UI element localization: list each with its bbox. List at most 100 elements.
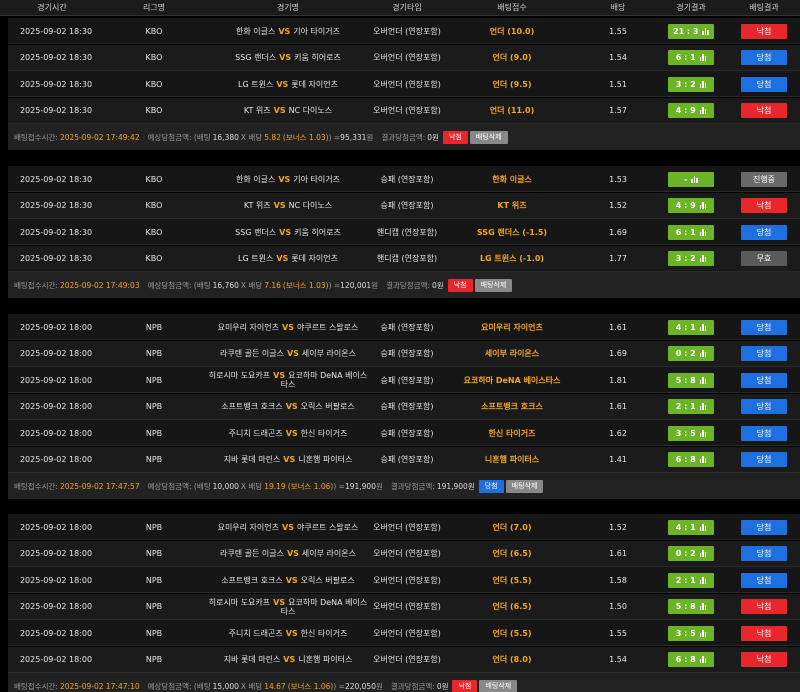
- score-badge[interactable]: 5 : 8: [668, 372, 714, 388]
- bet-odds: 1.52: [609, 201, 627, 210]
- score-badge[interactable]: 4 : 1: [668, 519, 714, 535]
- status-badge[interactable]: 당첨: [741, 76, 787, 92]
- status-badge[interactable]: 당첨: [741, 519, 787, 535]
- expected-label: 예상당첨금액: (배팅: [147, 280, 211, 290]
- table-row: 2025-09-02 18:00 NPB 지바 롯데 마린스 VS 니혼햄 파이터스 오버…: [8, 646, 800, 673]
- league-name: KBO: [145, 106, 163, 115]
- league-name: NPB: [145, 549, 163, 558]
- home-team: SSG 랜더스: [235, 53, 277, 62]
- score-text: 0 : 2: [675, 349, 696, 358]
- status-badge[interactable]: 당첨: [741, 425, 787, 441]
- score-badge[interactable]: 4 : 9: [668, 103, 714, 118]
- status-badge[interactable]: 당첨: [741, 546, 787, 561]
- status-badge[interactable]: 당첨: [741, 224, 787, 240]
- score-badge[interactable]: 3 : 5: [668, 625, 714, 641]
- slip-status-badge[interactable]: 낙첨: [452, 679, 478, 692]
- score-badge[interactable]: 4 : 9: [668, 198, 714, 213]
- score-badge[interactable]: 3 : 5: [668, 425, 714, 441]
- bet-pick: 니혼햄 파이터스: [484, 455, 540, 464]
- league-name: NPB: [145, 602, 163, 611]
- score-badge[interactable]: -: [668, 171, 714, 187]
- match-teams: KT 위즈 VS NC 다이노스: [244, 201, 332, 210]
- league-name: NPB: [145, 628, 163, 638]
- vs-label: VS: [273, 371, 286, 380]
- status-badge[interactable]: 당첨: [741, 50, 787, 65]
- slip-status-badge[interactable]: 낙첨: [447, 278, 473, 292]
- score-badge[interactable]: 2 : 1: [668, 572, 714, 588]
- score-badge[interactable]: 6 : 8: [668, 452, 714, 467]
- table-row: 2025-09-02 18:00 NPB 주니치 드래곤즈 VS 한신 타이거즈 승패 (…: [8, 420, 800, 446]
- status-badge[interactable]: 낙첨: [741, 625, 787, 641]
- score-text: 3 : 2: [675, 79, 696, 89]
- match-teams: 히로시마 도요카프 VS 요코하마 DeNA 베이스타스: [208, 371, 368, 389]
- score-text: 2 : 1: [675, 575, 696, 585]
- chart-bars-icon: [699, 656, 707, 663]
- chart-bars-icon: [699, 107, 707, 114]
- score-badge[interactable]: 4 : 1: [668, 319, 714, 335]
- match-name: 요미우리 자이언츠 VS 야쿠르트 스왈로스: [204, 314, 372, 340]
- league-name: NPB: [145, 349, 163, 358]
- bet-pick: 한신 타이거즈: [488, 428, 536, 438]
- match-name: 히로시마 도요카프 VS 요코하마 DeNA 베이스타스: [204, 367, 372, 393]
- status-badge[interactable]: 당첨: [741, 452, 787, 467]
- match-time: 2025-09-02 18:00: [19, 655, 93, 664]
- bet-pick: 언더 (11.0): [489, 106, 535, 115]
- score-badge[interactable]: 0 : 2: [668, 546, 714, 561]
- bet-odds: 1.54: [609, 53, 627, 62]
- home-team: LG 트윈스: [238, 79, 274, 89]
- odds-x-label: X 배당: [240, 132, 263, 142]
- status-badge[interactable]: 당첨: [741, 319, 787, 335]
- match-name: KT 위즈 VS NC 다이노스: [204, 98, 372, 124]
- result-amount-label: 결과당첨금액:: [390, 681, 435, 691]
- header-league: 리그명: [142, 3, 166, 12]
- bet-status: 당첨: [728, 514, 800, 540]
- score-badge[interactable]: 2 : 1: [668, 399, 714, 414]
- match-name: 소프트뱅크 호크스 VS 오릭스 버팔로스: [204, 394, 372, 420]
- score-badge[interactable]: 0 : 2: [668, 346, 714, 361]
- score-text: 3 : 5: [675, 428, 696, 438]
- score-badge[interactable]: 21 : 3: [668, 23, 714, 39]
- delete-bet-button[interactable]: 배팅삭제: [505, 479, 544, 493]
- slip-status-badge[interactable]: 당첨: [478, 479, 504, 493]
- status-badge[interactable]: 낙첨: [741, 23, 787, 39]
- bet-type: 승패 (연장포함): [380, 375, 434, 385]
- status-badge[interactable]: 낙첨: [741, 599, 787, 614]
- summary-time-label: 배팅접수시간:: [14, 481, 58, 491]
- away-team: 키움 히어로즈: [294, 53, 341, 62]
- status-badge[interactable]: 낙첨: [741, 103, 787, 118]
- score-badge[interactable]: 3 : 2: [668, 251, 714, 266]
- slip-status-badge[interactable]: 낙첨: [442, 130, 468, 144]
- match-teams: 소프트뱅크 호크스 VS 오릭스 버팔로스: [221, 576, 354, 585]
- odds-x-label: X 배당: [240, 681, 263, 691]
- delete-bet-button[interactable]: 배팅삭제: [479, 679, 518, 692]
- score-badge[interactable]: 3 : 2: [668, 76, 714, 92]
- status-badge[interactable]: 낙첨: [741, 198, 787, 213]
- delete-bet-button[interactable]: 배팅삭제: [469, 130, 508, 144]
- chart-bars-icon: [699, 323, 707, 331]
- status-badge[interactable]: 진행중: [741, 171, 787, 187]
- score-badge[interactable]: 6 : 8: [668, 652, 714, 667]
- status-badge[interactable]: 무효: [741, 251, 787, 266]
- status-badge[interactable]: 낙첨: [741, 652, 787, 667]
- status-badge[interactable]: 당첨: [741, 399, 787, 414]
- vs-label: VS: [285, 428, 298, 438]
- delete-bet-button[interactable]: 배팅삭제: [474, 278, 513, 292]
- equals-text: ) =: [328, 280, 341, 290]
- chart-bars-icon: [699, 629, 707, 637]
- status-badge[interactable]: 당첨: [741, 572, 787, 588]
- league-name: NPB: [145, 428, 163, 438]
- vs-label: VS: [285, 628, 298, 638]
- league-name: NPB: [145, 402, 163, 411]
- away-team: 기아 타이거즈: [293, 174, 340, 184]
- score-badge[interactable]: 6 : 1: [668, 224, 714, 240]
- table-header: 경기시간 리그명 경기명 경기타입 배팅접수 배당 경기결과 배팅결과: [0, 0, 800, 16]
- score-badge[interactable]: 6 : 1: [668, 50, 714, 65]
- status-badge[interactable]: 당첨: [741, 346, 787, 361]
- match-name: KT 위즈 VS NC 다이노스: [204, 193, 372, 219]
- status-badge[interactable]: 당첨: [741, 372, 787, 388]
- match-time: 2025-09-02 18:00: [19, 402, 93, 411]
- table-row: 2025-09-02 18:30 KBO 한화 이글스 VS 기아 타이거즈 오버언더 (…: [8, 18, 800, 44]
- score-badge[interactable]: 5 : 8: [668, 599, 714, 614]
- chart-bars-icon: [699, 376, 707, 384]
- match-teams: SSG 랜더스 VS 키움 히어로즈: [235, 53, 341, 62]
